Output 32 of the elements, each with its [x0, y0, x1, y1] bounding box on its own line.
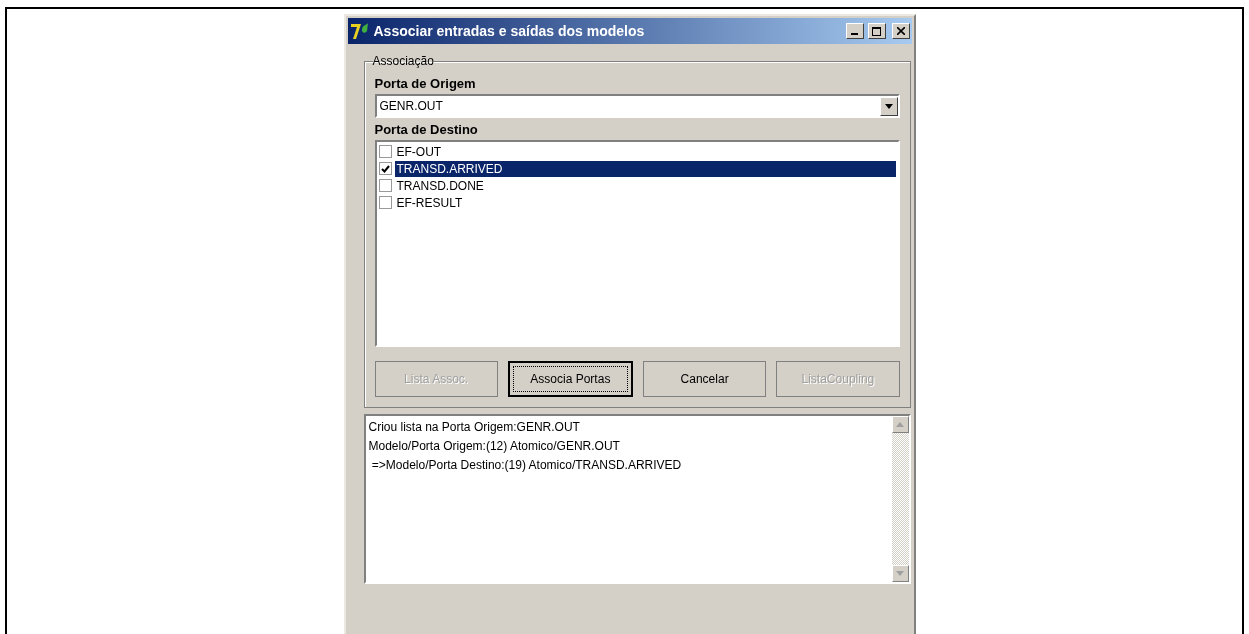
list-item[interactable]: TRANSD.ARRIVED — [394, 160, 896, 177]
log-line: Criou lista na Porta Origem:GENR.OUT — [368, 419, 581, 436]
down-arrow-icon — [884, 103, 893, 109]
group-title: Associação — [372, 54, 434, 68]
log-line: Modelo/Porta Origem:(12) Atomico/GENR.OUT — [368, 438, 621, 455]
scrollbar[interactable] — [891, 416, 909, 582]
list-item[interactable]: EF-OUT — [394, 143, 896, 160]
maximize-button[interactable] — [867, 23, 886, 39]
origin-dropdown[interactable]: GENR.OUT — [374, 94, 900, 118]
checkbox[interactable] — [378, 145, 392, 158]
field-label: Porta de Origem — [374, 76, 477, 91]
scroll-up-button[interactable] — [891, 416, 909, 433]
dropdown-button[interactable] — [879, 96, 898, 116]
scroll-down-button[interactable] — [891, 565, 909, 582]
minimize-button[interactable] — [845, 23, 864, 39]
down-arrow-icon — [896, 571, 904, 576]
close-button[interactable] — [891, 23, 910, 39]
app-logo-icon — [349, 22, 370, 40]
dialog-button[interactable]: Associa Portas — [507, 361, 633, 397]
maximize-icon — [872, 26, 881, 36]
checkbox[interactable] — [378, 179, 392, 192]
log-line: =>Modelo/Porta Destino:(19) Atomico/TRANSD.ARRIVED — [370, 457, 683, 474]
up-arrow-icon — [896, 422, 904, 427]
log-text-area[interactable]: Criou lista na Porta Origem:GENR.OUT Modelo/Porta Origem:(12) Atomico/GENR.OUT =>Modelo/Porta Destino:(19) Atomico/TRANSD.ARRIVED — [363, 414, 911, 584]
checkbox[interactable] — [378, 162, 392, 175]
close-icon — [896, 27, 905, 35]
list-item[interactable]: EF-RESULT — [394, 194, 896, 211]
dialog-button[interactable]: Cancelar — [643, 361, 767, 397]
list-item[interactable]: TRANSD.DONE — [394, 177, 896, 194]
window-title: Associar entradas e saídas dos modelos — [373, 23, 646, 39]
checkbox[interactable] — [378, 196, 392, 209]
field-label: Porta de Destino — [374, 122, 479, 137]
